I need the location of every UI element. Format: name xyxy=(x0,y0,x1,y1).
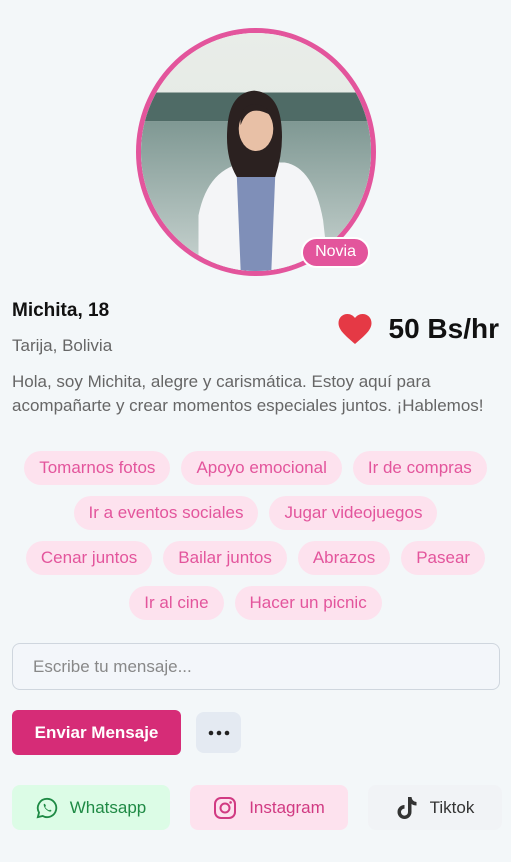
more-horizontal-icon xyxy=(208,730,229,735)
price-block: 50 Bs/hr xyxy=(337,312,500,346)
profile-avatar: Novia xyxy=(136,28,376,276)
more-options-button[interactable] xyxy=(196,712,241,753)
profile-bio: Hola, soy Michita, alegre y carismática.… xyxy=(12,372,484,415)
tag-hacer-un-picnic[interactable]: Hacer un picnic xyxy=(234,586,382,620)
interest-tags: Tomarnos fotos Apoyo emocional Ir de com… xyxy=(12,451,499,620)
whatsapp-icon xyxy=(36,797,58,819)
tag-tomarnos-fotos[interactable]: Tomarnos fotos xyxy=(24,451,171,485)
relationship-badge: Novia xyxy=(301,237,370,268)
tiktok-icon xyxy=(396,796,418,820)
tag-apoyo-emocional[interactable]: Apoyo emocional xyxy=(181,451,342,485)
tag-ir-al-cine[interactable]: Ir al cine xyxy=(129,586,224,620)
tag-bailar-juntos[interactable]: Bailar juntos xyxy=(163,541,287,575)
instagram-button[interactable]: Instagram xyxy=(190,785,348,830)
tag-ir-de-compras[interactable]: Ir de compras xyxy=(352,451,487,485)
message-input[interactable] xyxy=(12,643,500,690)
profile-photo xyxy=(141,33,371,271)
send-message-button[interactable]: Enviar Mensaje xyxy=(12,710,181,755)
profile-name: Michita, 18 xyxy=(12,300,110,321)
heart-icon[interactable] xyxy=(337,312,373,346)
tiktok-label: Tiktok xyxy=(429,797,475,817)
tag-pasear[interactable]: Pasear xyxy=(401,541,486,575)
tag-abrazos[interactable]: Abrazos xyxy=(297,541,391,575)
tag-eventos-sociales[interactable]: Ir a eventos sociales xyxy=(73,496,259,530)
tag-cenar-juntos[interactable]: Cenar juntos xyxy=(25,541,153,575)
instagram-label: Instagram xyxy=(249,797,325,817)
whatsapp-label: Whatsapp xyxy=(69,797,147,817)
instagram-icon xyxy=(213,796,237,820)
profile-location: Tarija, Bolivia xyxy=(12,336,113,355)
tag-jugar-videojuegos[interactable]: Jugar videojuegos xyxy=(269,496,438,530)
hourly-price: 50 Bs/hr xyxy=(388,313,500,344)
whatsapp-button[interactable]: Whatsapp xyxy=(12,785,170,830)
tiktok-button[interactable]: Tiktok xyxy=(368,785,502,830)
